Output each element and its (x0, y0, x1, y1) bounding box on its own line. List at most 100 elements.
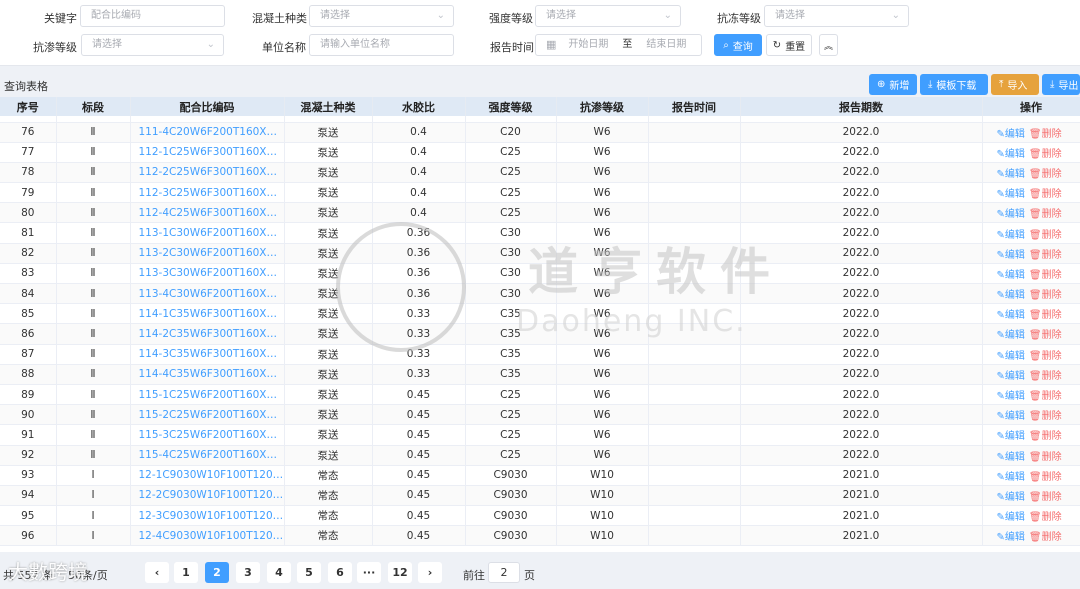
delete-button[interactable]: 🗑删除 (1029, 250, 1062, 261)
goto-page-input[interactable]: 2 (488, 562, 520, 583)
delete-button[interactable]: 🗑删除 (1029, 129, 1062, 140)
edit-button[interactable]: ✎编辑 (997, 129, 1025, 140)
edit-button[interactable]: ✎编辑 (997, 532, 1025, 543)
query-button[interactable]: ⌕ 查询 (714, 34, 762, 56)
edit-button[interactable]: ✎编辑 (997, 310, 1025, 321)
cell-code[interactable]: 115-1C25W6F200T160X3.0(... (130, 384, 285, 406)
delete-button[interactable]: 🗑删除 (1029, 270, 1062, 281)
delete-button[interactable]: 🗑删除 (1029, 512, 1062, 523)
page-button[interactable]: 5 (297, 562, 321, 583)
edit-button[interactable]: ✎编辑 (997, 290, 1025, 301)
add-button[interactable]: ⊕ 新增 (869, 74, 917, 95)
report-date-range[interactable]: ▦ 开始日期 至 结束日期 (535, 34, 702, 56)
edit-button[interactable]: ✎编辑 (997, 512, 1025, 523)
cell-code[interactable]: 12-2C9030W10F100T120X2... (130, 485, 285, 507)
delete-button[interactable]: 🗑删除 (1029, 310, 1062, 321)
edit-button[interactable]: ✎编辑 (997, 169, 1025, 180)
cell-code[interactable]: 12-4C9030W10F100T120X2... (130, 525, 285, 547)
delete-button[interactable]: 🗑删除 (1029, 411, 1062, 422)
delete-button[interactable]: 🗑删除 (1029, 209, 1062, 220)
cell-code[interactable]: 113-1C30W6F200T160X3.0(... (130, 222, 285, 244)
cell-code[interactable]: 113-2C30W6F200T160X2.8/... (130, 243, 285, 264)
cell-code[interactable]: 114-1C35W6F300T160X3.0(... (130, 303, 285, 325)
delete-button[interactable]: 🗑删除 (1029, 492, 1062, 503)
concrete-type-label: 混凝土种类 (252, 12, 307, 25)
cell-code[interactable]: 112-2C25W6F300T160X2.8/... (130, 162, 285, 184)
page-button[interactable]: 12 (388, 562, 412, 583)
edit-button[interactable]: ✎编辑 (997, 270, 1025, 281)
edit-button[interactable]: ✎编辑 (997, 250, 1025, 261)
strength-select[interactable]: 请选择 ⌄ (535, 5, 681, 27)
cell-code[interactable]: 12-3C9030W10F100T120X2... (130, 505, 285, 527)
delete-button[interactable]: 🗑删除 (1029, 290, 1062, 301)
prev-page-button[interactable]: ‹ (145, 562, 169, 583)
edit-button[interactable]: ✎编辑 (997, 209, 1025, 220)
cell-code[interactable]: 12-1C9030W10F100T120X3... (130, 465, 285, 486)
delete-button[interactable]: 🗑删除 (1029, 452, 1062, 463)
edit-button[interactable]: ✎编辑 (997, 411, 1025, 422)
cell-period: 2022.0 (740, 445, 983, 466)
edit-button[interactable]: ✎编辑 (997, 351, 1025, 362)
delete-button[interactable]: 🗑删除 (1029, 472, 1062, 483)
cell-code[interactable]: 114-4C35W6F300T160X2.4/... (130, 364, 285, 385)
trash-icon: 🗑 (1028, 532, 1042, 544)
edit-button[interactable]: ✎编辑 (997, 391, 1025, 402)
concrete-type-select[interactable]: 请选择 ⌄ (309, 5, 454, 27)
delete-button[interactable]: 🗑删除 (1029, 371, 1062, 382)
cell-code[interactable]: 115-3C25W6F200T160X2.6/... (130, 424, 285, 446)
import-button[interactable]: ⤒ 导入 (991, 74, 1039, 95)
seepage-select[interactable]: 请选择 ⌄ (81, 34, 224, 56)
cell-period: 2022.0 (740, 303, 983, 325)
delete-label: 删除 (1041, 290, 1062, 302)
collapse-filters-button[interactable]: ︽ (819, 34, 838, 56)
cell-code[interactable]: 112-1C25W6F300T160X3.0(... (130, 142, 285, 163)
edit-button[interactable]: ✎编辑 (997, 371, 1025, 382)
page-button[interactable]: 4 (267, 562, 291, 583)
edit-button[interactable]: ✎编辑 (997, 492, 1025, 503)
edit-button[interactable]: ✎编辑 (997, 230, 1025, 241)
cell-code[interactable]: 113-4C30W6F200T160X2.4/... (130, 283, 285, 305)
delete-button[interactable]: 🗑删除 (1029, 330, 1062, 341)
delete-button[interactable]: 🗑删除 (1029, 351, 1062, 362)
edit-button[interactable]: ✎编辑 (997, 330, 1025, 341)
cell-code[interactable]: 114-3C35W6F300T160X2.6/... (130, 344, 285, 365)
edit-button[interactable]: ✎编辑 (997, 472, 1025, 483)
edit-button[interactable]: ✎编辑 (997, 189, 1025, 200)
edit-button[interactable]: ✎编辑 (997, 431, 1025, 442)
delete-button[interactable]: 🗑删除 (1029, 149, 1062, 160)
delete-button[interactable]: 🗑删除 (1029, 169, 1062, 180)
page-button[interactable]: ··· (357, 562, 381, 583)
cell-code[interactable]: 115-4C25W6F200T160X2.4/... (130, 445, 285, 466)
delete-button[interactable]: 🗑删除 (1029, 532, 1062, 543)
edit-label: 编辑 (1004, 290, 1025, 302)
delete-button[interactable]: 🗑删除 (1029, 391, 1062, 402)
cell-code[interactable]: 112-3C25W6F300T160X2.6/... (130, 182, 285, 204)
trash-icon: 🗑 (1028, 229, 1042, 241)
delete-button[interactable]: 🗑删除 (1029, 230, 1062, 241)
next-page-button[interactable]: › (418, 562, 442, 583)
trash-icon: 🗑 (1028, 310, 1042, 322)
export-button[interactable]: ⤓ 导出 (1042, 74, 1080, 95)
edit-button[interactable]: ✎编辑 (997, 452, 1025, 463)
page-button[interactable]: 1 (174, 562, 198, 583)
page-button[interactable]: 6 (328, 562, 352, 583)
cell-section: Ⅱ (56, 404, 131, 426)
cell-code[interactable]: 112-4C25W6F300T160X2.4/... (130, 202, 285, 224)
page-button[interactable]: 2 (205, 562, 229, 583)
cell-code[interactable]: 113-3C30W6F200T160X2.6/... (130, 263, 285, 285)
cell-type: 泵送 (284, 142, 373, 163)
delete-button[interactable]: 🗑删除 (1029, 431, 1062, 442)
unit-input[interactable]: 请输入单位名称 (309, 34, 454, 56)
reset-button[interactable]: ↻ 重置 (766, 34, 812, 56)
template-download-button[interactable]: ⤓ 模板下载 (920, 74, 988, 95)
cell-time (648, 465, 741, 486)
frost-select[interactable]: 请选择 ⌄ (764, 5, 909, 27)
cell-code[interactable]: 114-2C35W6F300T160X2.8/... (130, 323, 285, 345)
cell-code[interactable]: 115-2C25W6F200T160X2.8/... (130, 404, 285, 426)
cell-type: 常态 (284, 485, 373, 507)
delete-button[interactable]: 🗑删除 (1029, 189, 1062, 200)
cell-code[interactable]: 111-4C20W6F200T160X2.4/... (130, 122, 285, 143)
edit-button[interactable]: ✎编辑 (997, 149, 1025, 160)
keyword-input[interactable]: 配合比编码 (80, 5, 225, 27)
page-button[interactable]: 3 (236, 562, 260, 583)
